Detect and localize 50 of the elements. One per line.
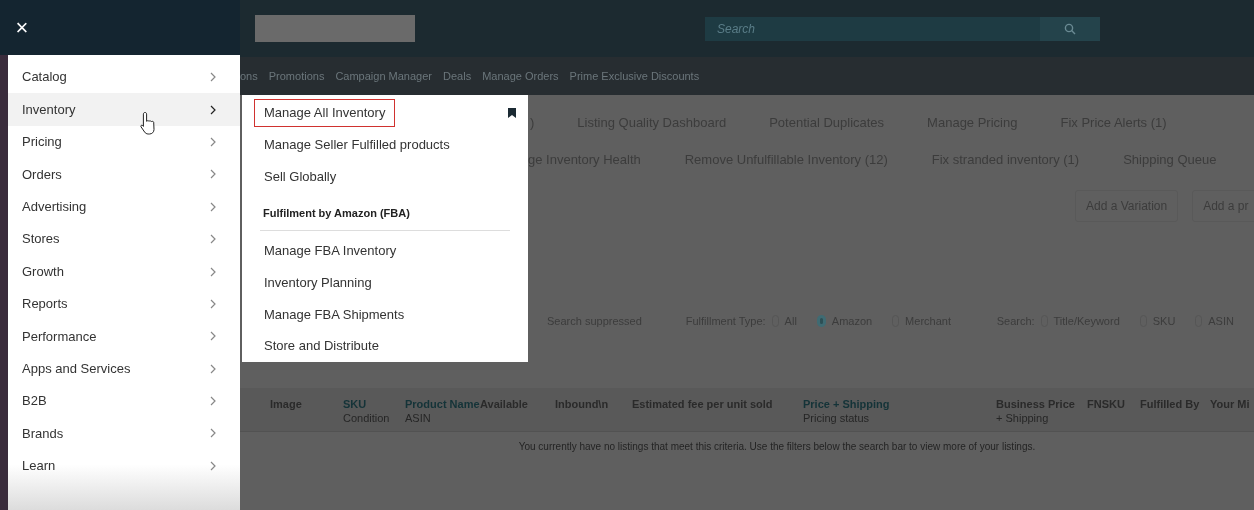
search-icon[interactable] bbox=[1040, 16, 1100, 41]
menu-item[interactable]: B2B bbox=[8, 384, 240, 418]
chevron-right-icon bbox=[210, 363, 216, 374]
column-header[interactable]: SKU bbox=[343, 397, 405, 411]
nav-link[interactable]: Prime Exclusive Discounts bbox=[569, 67, 700, 85]
menu-item[interactable]: Advertising bbox=[8, 190, 240, 223]
chevron-right-icon bbox=[210, 104, 216, 115]
submenu-link[interactable]: Store and Distribute bbox=[254, 332, 389, 360]
column-header[interactable]: Product Name bbox=[405, 397, 480, 411]
chevron-right-icon bbox=[210, 136, 216, 147]
submenu-link[interactable]: Manage FBA Shipments bbox=[254, 300, 415, 329]
nav-link[interactable]: Manage Orders bbox=[482, 67, 559, 85]
menu-item[interactable]: Pricing bbox=[8, 125, 240, 159]
menu-item[interactable]: Orders bbox=[8, 158, 240, 191]
bookmark-icon[interactable] bbox=[508, 107, 516, 118]
submenu-link[interactable]: Manage Seller Fulfilled products bbox=[254, 130, 460, 159]
nav-link[interactable]: Deals bbox=[443, 67, 472, 85]
nav-link[interactable]: ons bbox=[240, 67, 258, 85]
chevron-right-icon bbox=[210, 298, 216, 309]
submenu-link[interactable]: Inventory Planning bbox=[254, 269, 382, 297]
close-button[interactable]: × bbox=[12, 15, 32, 40]
submenu-link[interactable]: Manage All Inventory bbox=[254, 99, 396, 127]
menu-item[interactable]: Catalog bbox=[8, 61, 240, 94]
search-placeholder: Search bbox=[716, 20, 757, 38]
submenu-link[interactable]: Manage FBA Inventory bbox=[254, 237, 407, 265]
menu-item[interactable]: Performance bbox=[8, 320, 240, 353]
nav-link[interactable]: Promotions bbox=[268, 67, 325, 85]
radio-button[interactable] bbox=[816, 315, 826, 327]
section-heading: Fulfilment by Amazon (FBA) bbox=[263, 207, 410, 220]
tab-link[interactable]: ) bbox=[530, 113, 535, 133]
menu-item[interactable]: Inventory bbox=[8, 93, 240, 126]
chevron-right-icon bbox=[210, 331, 216, 342]
chevron-right-icon bbox=[210, 460, 216, 471]
chevron-right-icon bbox=[210, 201, 216, 212]
menu-item[interactable]: Reports bbox=[8, 287, 240, 321]
menu-item[interactable]: Apps and Services bbox=[8, 352, 240, 385]
menu-item[interactable]: Brands bbox=[8, 417, 240, 450]
chevron-right-icon bbox=[210, 266, 216, 277]
search-field[interactable]: Search bbox=[705, 16, 1100, 41]
column-header[interactable]: Price + Shipping bbox=[803, 397, 996, 411]
menu-item[interactable]: Learn bbox=[8, 449, 240, 483]
menu-item[interactable]: Stores bbox=[8, 222, 240, 256]
submenu-link[interactable]: Sell Globally bbox=[254, 162, 347, 191]
nav-link[interactable]: Campaign Manager bbox=[335, 67, 432, 85]
chevron-right-icon bbox=[210, 169, 216, 180]
chevron-right-icon bbox=[210, 428, 216, 439]
chevron-right-icon bbox=[210, 234, 216, 245]
chevron-right-icon bbox=[210, 72, 216, 83]
chevron-right-icon bbox=[210, 396, 216, 407]
menu-item[interactable]: Growth bbox=[8, 255, 240, 288]
